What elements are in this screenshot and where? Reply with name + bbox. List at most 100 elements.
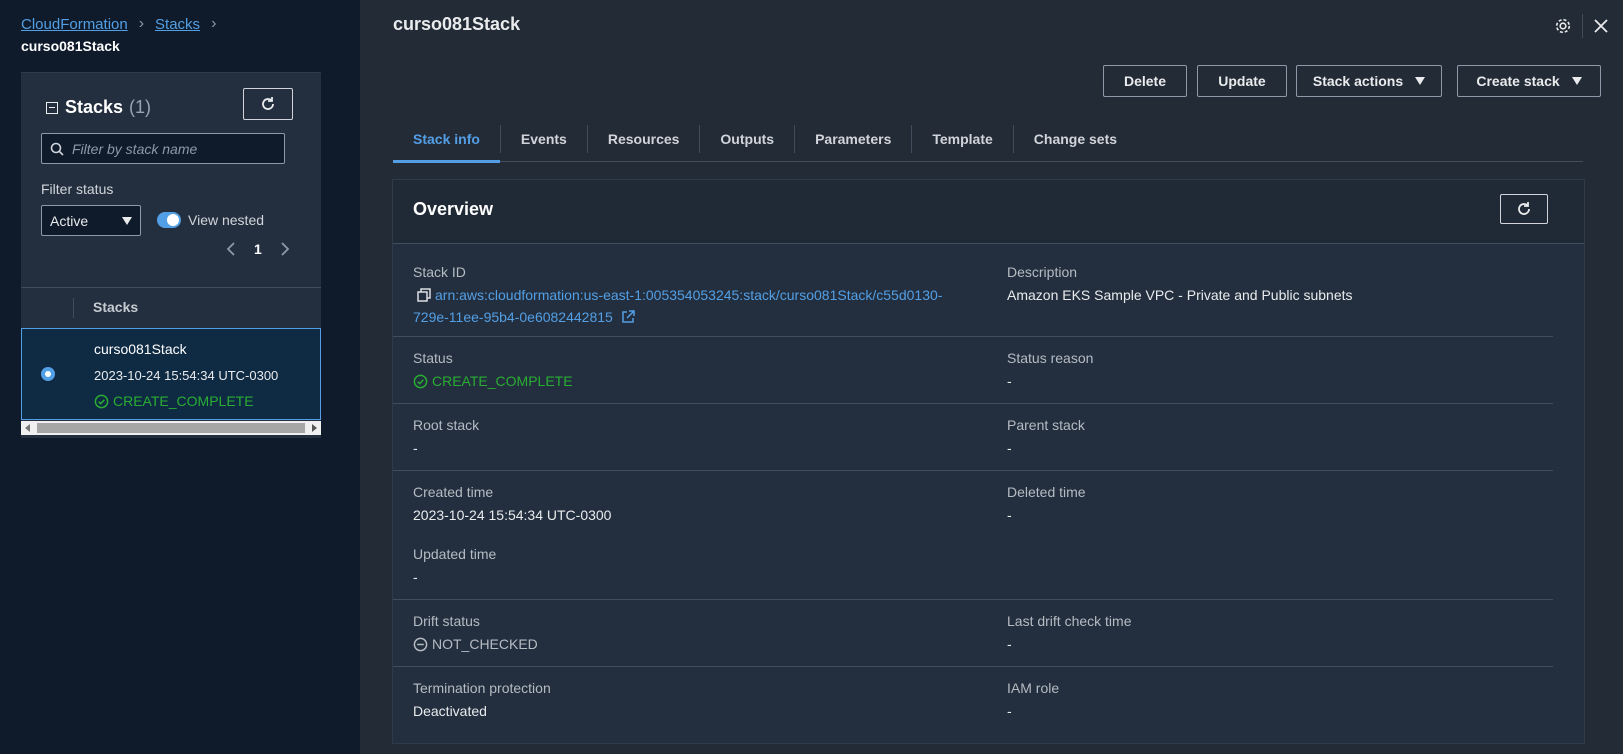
refresh-icon: [262, 97, 274, 110]
overview-refresh-button[interactable]: [1500, 194, 1548, 224]
stack-id-line1[interactable]: arn:aws:cloudformation:us-east-1:0053540…: [435, 287, 942, 303]
refresh-icon: [1518, 202, 1530, 215]
create-stack-button[interactable]: Create stack: [1457, 65, 1601, 97]
breadcrumb-cloudformation-link[interactable]: CloudFormation: [21, 16, 128, 33]
created-time-value: 2023-10-24 15:54:34 UTC-0300: [413, 507, 612, 523]
updated-time-label: Updated time: [413, 546, 497, 562]
status-value: CREATE_COMPLETE: [413, 373, 573, 389]
tab-events[interactable]: Events: [501, 116, 587, 162]
section-times: Created time 2023-10-24 15:54:34 UTC-030…: [393, 471, 1553, 600]
row-created-time: 2023-10-24 15:54:34 UTC-0300: [94, 368, 279, 383]
stack-tabs: Stack info Events Resources Outputs Para…: [393, 116, 1583, 163]
tab-change-sets[interactable]: Change sets: [1014, 116, 1137, 162]
row-status: CREATE_COMPLETE: [94, 393, 254, 409]
table-row[interactable]: curso081Stack 2023-10-24 15:54:34 UTC-03…: [21, 328, 321, 420]
stack-detail-panel: curso081Stack Delete Update Stack action…: [360, 0, 1623, 754]
stack-id-label: Stack ID: [413, 264, 466, 280]
termination-value: Deactivated: [413, 703, 487, 719]
delete-button-label: Delete: [1123, 73, 1167, 89]
description-label: Description: [1007, 264, 1078, 280]
caret-down-icon: [1415, 77, 1426, 85]
stack-actions-button[interactable]: Stack actions: [1296, 65, 1442, 97]
copy-icon[interactable]: [417, 288, 431, 302]
stack-search-input[interactable]: [72, 140, 272, 157]
iam-role-value: -: [1007, 703, 1012, 719]
close-icon[interactable]: [1593, 18, 1609, 34]
not-checked-icon: [413, 637, 428, 651]
horizontal-scrollbar[interactable]: [21, 421, 321, 435]
tab-parameters[interactable]: Parameters: [795, 116, 911, 162]
scroll-right-icon[interactable]: [312, 424, 317, 432]
page-number[interactable]: 1: [254, 241, 262, 257]
last-drift-label: Last drift check time: [1007, 613, 1132, 629]
description-value: Amazon EKS Sample VPC - Private and Publ…: [1007, 287, 1353, 303]
root-stack-label: Root stack: [413, 417, 480, 433]
drift-status-value: NOT_CHECKED: [413, 636, 538, 652]
chevron-down-icon: [122, 216, 132, 225]
panel-controls: [1554, 14, 1609, 38]
stacks-column-header[interactable]: Stacks: [93, 299, 138, 315]
drift-status-text: NOT_CHECKED: [432, 636, 538, 652]
stacks-refresh-button[interactable]: [243, 88, 293, 120]
status-value-text: CREATE_COMPLETE: [432, 373, 573, 389]
breadcrumb-separator-icon: ›: [211, 15, 217, 32]
filter-status-value: Active: [50, 212, 89, 229]
stack-actions-label: Stack actions: [1312, 73, 1404, 89]
status-label: Status: [413, 350, 453, 366]
chevron-right-icon[interactable]: [280, 242, 290, 256]
external-link-icon[interactable]: [621, 310, 635, 324]
stacks-navigation-panel: CloudFormation › Stacks › curso081Stack …: [0, 0, 360, 754]
stack-id-value[interactable]: arn:aws:cloudformation:us-east-1:0053540…: [413, 284, 973, 328]
tab-template[interactable]: Template: [912, 116, 1012, 162]
root-stack-value: -: [413, 440, 418, 456]
breadcrumb-separator-icon: ›: [138, 15, 145, 32]
view-nested-label: View nested: [188, 212, 265, 228]
success-icon: [413, 374, 428, 388]
iam-role-label: IAM role: [1007, 680, 1060, 696]
stack-search-field[interactable]: [41, 133, 285, 164]
overview-header: Overview: [393, 180, 1584, 244]
view-nested-toggle[interactable]: View nested: [157, 212, 264, 228]
scroll-left-icon[interactable]: [25, 424, 30, 432]
delete-button[interactable]: Delete: [1103, 65, 1187, 97]
stacks-list-card: Stacks (1) Filter status Active View nes…: [21, 72, 321, 438]
row-status-text: CREATE_COMPLETE: [113, 393, 254, 409]
filter-status-select[interactable]: Active: [41, 205, 141, 236]
stacks-title: Stacks: [65, 97, 124, 117]
section-drift: Drift status NOT_CHECKED Last drift chec…: [393, 600, 1553, 667]
settings-icon[interactable]: [1554, 17, 1572, 35]
collapse-icon[interactable]: [46, 101, 58, 114]
update-button-label: Update: [1218, 73, 1266, 89]
section-status: Status CREATE_COMPLETE Status reason -: [393, 337, 1553, 404]
breadcrumb: CloudFormation › Stacks ›: [21, 15, 227, 33]
tab-outputs[interactable]: Outputs: [700, 116, 794, 162]
parent-stack-value: -: [1007, 440, 1012, 456]
chevron-left-icon[interactable]: [226, 242, 236, 256]
filter-status-label: Filter status: [41, 181, 114, 197]
deleted-time-label: Deleted time: [1007, 484, 1086, 500]
breadcrumb-stacks-link[interactable]: Stacks: [155, 16, 200, 33]
row-radio-button[interactable]: [41, 367, 55, 381]
termination-label: Termination protection: [413, 680, 551, 696]
row-stack-name[interactable]: curso081Stack: [94, 341, 187, 357]
last-drift-value: -: [1007, 636, 1012, 652]
stacks-count: (1): [129, 97, 152, 117]
create-stack-label: Create stack: [1476, 73, 1560, 89]
update-button[interactable]: Update: [1197, 65, 1287, 97]
success-icon: [94, 394, 109, 408]
scrollbar-thumb[interactable]: [37, 423, 305, 433]
stacks-table-header: Stacks: [21, 287, 321, 325]
created-time-label: Created time: [413, 484, 494, 500]
overview-title: Overview: [413, 199, 494, 219]
status-reason-value: -: [1007, 373, 1012, 389]
breadcrumb-current: curso081Stack: [21, 38, 120, 54]
stack-id-line2[interactable]: 729e-11ee-95b4-0e6082442815: [413, 309, 613, 325]
stack-detail-title: curso081Stack: [393, 14, 521, 34]
tab-stack-info[interactable]: Stack info: [393, 116, 500, 163]
updated-time-value: -: [413, 569, 418, 585]
pagination: 1: [226, 241, 290, 257]
tab-resources[interactable]: Resources: [588, 116, 700, 162]
overview-container: Overview Stack ID arn:aws:cloudformation…: [392, 179, 1585, 744]
stacks-header: Stacks (1): [46, 97, 151, 118]
toggle-switch[interactable]: [157, 212, 181, 228]
